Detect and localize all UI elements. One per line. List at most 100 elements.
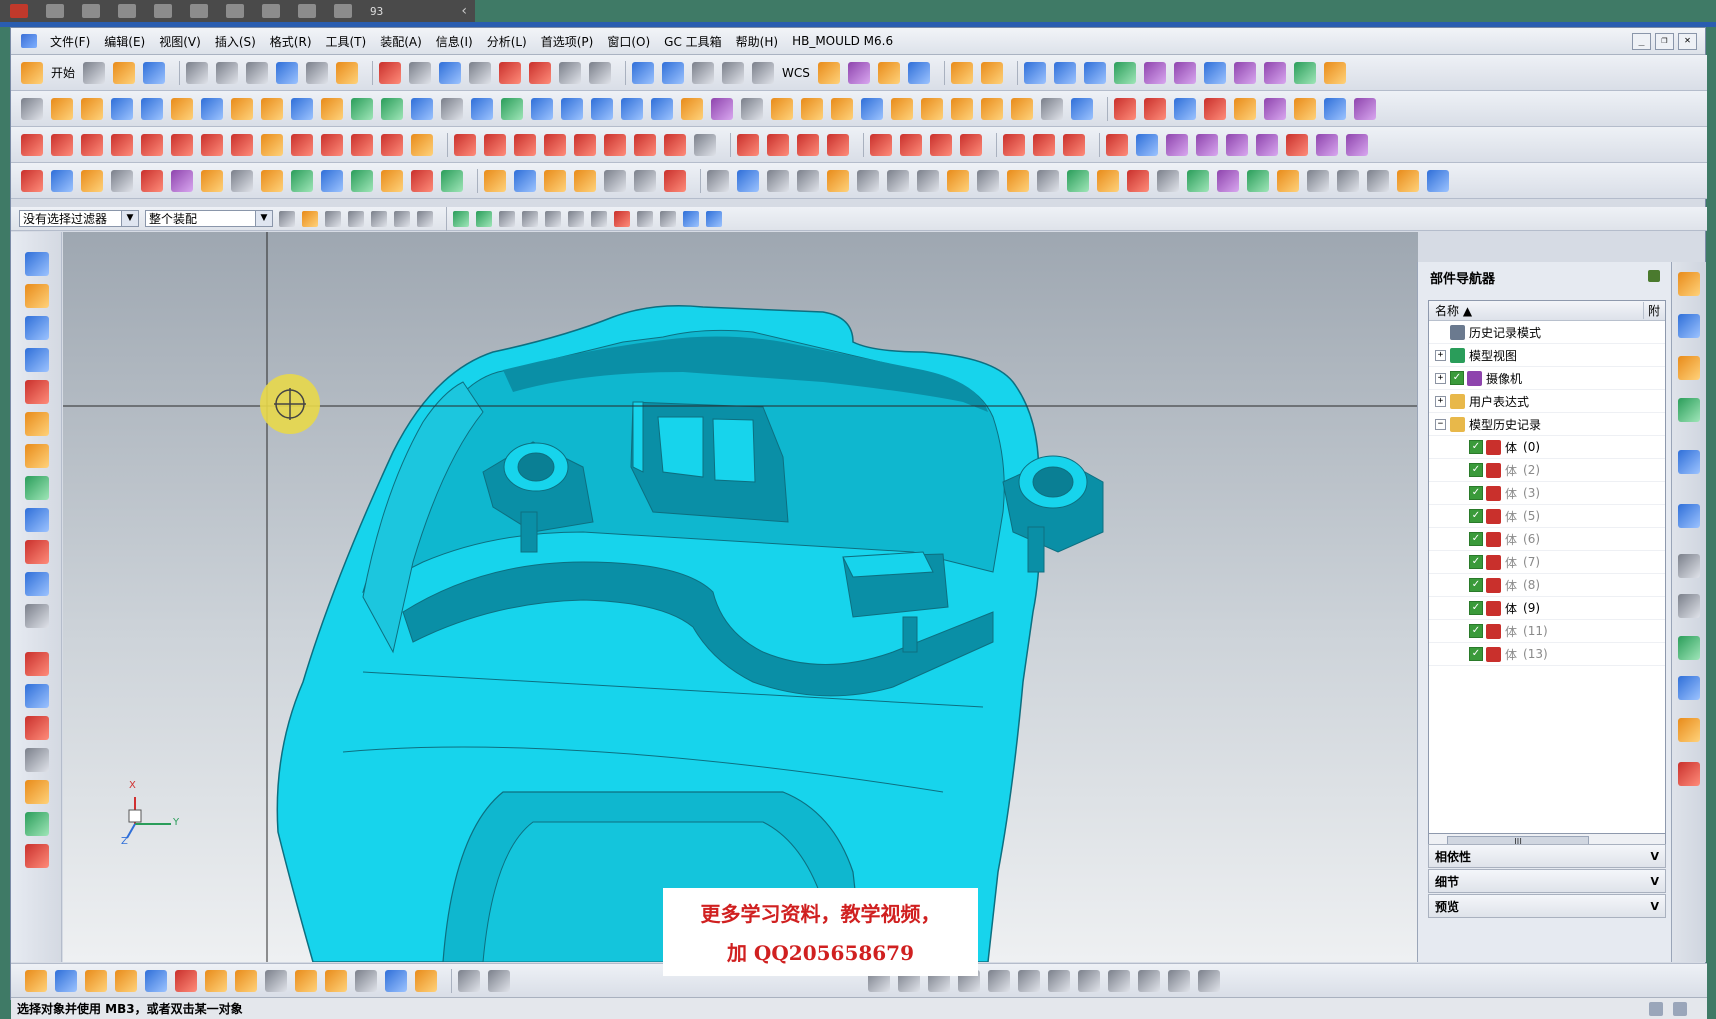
window-tool-icon[interactable]: [1337, 169, 1359, 192]
view-triad-icon[interactable]: [662, 61, 685, 84]
rectangle-select-icon[interactable]: [417, 210, 433, 227]
eye-icon[interactable]: [1367, 169, 1389, 192]
shape-tool-icon[interactable]: [25, 748, 49, 772]
trim-body-icon[interactable]: [441, 97, 463, 120]
point-cloud-icon[interactable]: [797, 169, 819, 192]
measure-icon[interactable]: [847, 61, 870, 84]
history-icon[interactable]: [1678, 554, 1700, 578]
standard-part-icon[interactable]: [231, 133, 253, 156]
status-fit-icon[interactable]: [1673, 1002, 1687, 1016]
expander-icon[interactable]: +: [1435, 349, 1446, 361]
report-icon[interactable]: [1427, 169, 1449, 192]
tool-g-icon[interactable]: [1316, 133, 1338, 156]
layer-settings-icon[interactable]: [722, 61, 745, 84]
replace-face-icon[interactable]: [681, 97, 703, 120]
pull-face-icon[interactable]: [771, 97, 793, 120]
snap-endpoint-icon[interactable]: [453, 210, 469, 227]
panel-dependencies[interactable]: 相依性 V: [1428, 844, 1666, 868]
shaded-view-icon[interactable]: [439, 61, 462, 84]
move-component-icon[interactable]: [175, 969, 197, 992]
n-sided-icon[interactable]: [25, 380, 49, 404]
pocket-icon[interactable]: [261, 97, 283, 120]
cooling-icon[interactable]: [1234, 97, 1256, 120]
mould-tool-11-icon[interactable]: [1323, 61, 1346, 84]
panel-preview[interactable]: 预览 V: [1428, 894, 1666, 918]
swept-icon[interactable]: [25, 348, 49, 372]
mould-tool-7-icon[interactable]: [1203, 61, 1226, 84]
insert-icon[interactable]: [1264, 97, 1286, 120]
split-line-icon[interactable]: [1157, 169, 1179, 192]
gift-icon[interactable]: [82, 4, 100, 18]
fillet-curve-icon[interactable]: [737, 133, 759, 156]
stack-icon[interactable]: [947, 169, 969, 192]
cube-face-icon[interactable]: [827, 169, 849, 192]
angle-icon[interactable]: [980, 61, 1003, 84]
expander-icon[interactable]: +: [1435, 372, 1446, 384]
analysis-chart-icon[interactable]: [25, 812, 49, 836]
cad-icon[interactable]: [1136, 133, 1158, 156]
panel-details[interactable]: 细节 V: [1428, 869, 1666, 893]
table-icon[interactable]: [664, 169, 686, 192]
mold-tools-icon[interactable]: [381, 133, 403, 156]
plane-icon[interactable]: [231, 169, 253, 192]
tangent-icon[interactable]: [394, 210, 410, 227]
fork-icon[interactable]: [1018, 969, 1040, 992]
chamfer-icon[interactable]: [561, 97, 583, 120]
visibility-checkbox[interactable]: ✓: [1469, 578, 1483, 592]
expander-icon[interactable]: +: [1435, 395, 1446, 407]
mould-tool-8-icon[interactable]: [1233, 61, 1256, 84]
reuse-library-icon[interactable]: [1678, 398, 1700, 422]
section-icon[interactable]: [1041, 97, 1063, 120]
offset-region-icon[interactable]: [831, 97, 853, 120]
chat-icon[interactable]: [46, 4, 64, 18]
electrode-icon[interactable]: [1354, 97, 1376, 120]
menu-view[interactable]: 视图(V): [152, 33, 208, 50]
blue-gear-icon[interactable]: [737, 169, 759, 192]
pink-block-icon[interactable]: [171, 169, 193, 192]
process-studio-icon[interactable]: [1678, 636, 1700, 660]
menu-gc-toolbox[interactable]: GC 工具箱: [657, 33, 729, 50]
snap-icon[interactable]: [907, 61, 930, 84]
box-icon[interactable]: [381, 169, 403, 192]
move-face-icon[interactable]: [741, 97, 763, 120]
rotate-view-icon[interactable]: [409, 61, 432, 84]
restore-button[interactable]: ❐: [1655, 32, 1674, 50]
fold-tool-icon[interactable]: [1067, 169, 1089, 192]
blue-group-icon[interactable]: [514, 169, 536, 192]
mold-wizard-icon[interactable]: [21, 133, 43, 156]
menu-hb-mould[interactable]: HB_MOULD M6.6: [785, 34, 900, 48]
groove-icon[interactable]: [351, 97, 373, 120]
gold-block-icon[interactable]: [484, 169, 506, 192]
expander-icon[interactable]: −: [1435, 418, 1446, 430]
tree-item[interactable]: + ✓ 摄像机: [1429, 367, 1665, 390]
extract-icon[interactable]: [1011, 97, 1033, 120]
snap-intersection-icon[interactable]: [568, 210, 584, 227]
workpiece-icon[interactable]: [81, 133, 103, 156]
pad-icon[interactable]: [291, 97, 313, 120]
datum-plane-icon[interactable]: [441, 169, 463, 192]
system-materials-icon[interactable]: [1678, 594, 1700, 618]
circle-center-icon[interactable]: [930, 133, 952, 156]
layer-body-icon[interactable]: [261, 169, 283, 192]
polyline-icon[interactable]: [484, 133, 506, 156]
background-icon[interactable]: [589, 61, 612, 84]
add-component-icon[interactable]: [55, 969, 77, 992]
collapse-arrow-icon[interactable]: ‹: [461, 3, 467, 19]
slot-icon[interactable]: [321, 97, 343, 120]
heart-icon[interactable]: [25, 716, 49, 740]
diamond-icon[interactable]: [857, 169, 879, 192]
law-extension-icon[interactable]: [25, 540, 49, 564]
ruled-surface-icon[interactable]: [25, 316, 49, 340]
panel-tool-icon[interactable]: [1138, 969, 1160, 992]
selection-intent-icon[interactable]: [302, 210, 318, 227]
solid-icon[interactable]: [499, 61, 522, 84]
tree-item[interactable]: ✓ 体 (0): [1429, 436, 1665, 459]
marker-icon[interactable]: [1127, 169, 1149, 192]
split-body-icon[interactable]: [471, 97, 493, 120]
menu-help[interactable]: 帮助(H): [729, 33, 785, 50]
menu-insert[interactable]: 插入(S): [208, 33, 263, 50]
steps-icon[interactable]: [1097, 169, 1119, 192]
snap-body-icon[interactable]: [706, 210, 722, 227]
red-block-icon[interactable]: [141, 169, 163, 192]
unite-icon[interactable]: [111, 97, 133, 120]
